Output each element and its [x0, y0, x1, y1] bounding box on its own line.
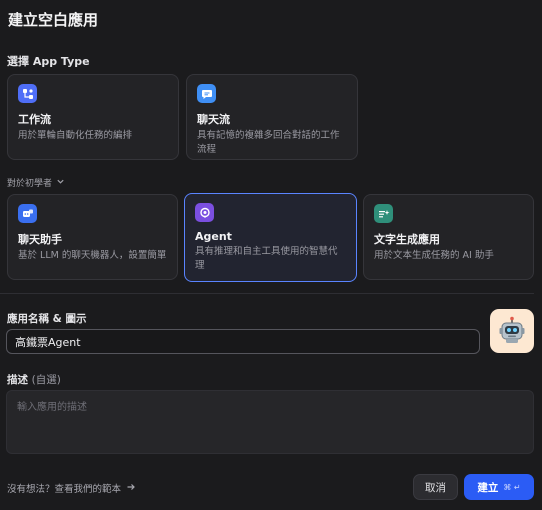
create-button-label: 建立: [477, 481, 499, 494]
card-desc: 用於單輪自動化任務的編排: [18, 130, 133, 141]
robot-icon: [499, 316, 525, 343]
description-input[interactable]: [6, 390, 534, 454]
card-title: 文字生成應用: [374, 233, 440, 246]
create-button[interactable]: 建立 ⌘ ↵: [464, 474, 534, 500]
optional-tag: (自選): [31, 374, 61, 386]
card-desc: 具有記憶的複雜多回合對話的工作流程: [197, 130, 340, 155]
template-link[interactable]: 沒有想法？查看我們的範本: [7, 481, 136, 495]
card-title: 工作流: [18, 113, 51, 126]
app-icon-picker[interactable]: [490, 309, 534, 353]
cancel-button[interactable]: 取消: [413, 474, 458, 500]
chatbot-icon: [18, 204, 37, 223]
chatflow-icon: [197, 84, 216, 103]
description-label: 描述 (自選): [7, 372, 61, 387]
card-desc: 用於文本生成任務的 AI 助手: [374, 250, 494, 261]
card-title: Agent: [195, 230, 232, 243]
card-title: 聊天助手: [18, 233, 62, 246]
agent-icon: [195, 203, 214, 222]
beginner-toggle[interactable]: 對於初學者: [7, 176, 65, 189]
chevron-down-icon: [56, 177, 65, 189]
text-generation-icon: [374, 204, 393, 223]
card-agent[interactable]: Agent 具有推理和自主工具使用的智慧代理: [184, 193, 357, 282]
description-label-text: 描述: [7, 374, 28, 386]
beginner-toggle-label: 對於初學者: [7, 179, 53, 189]
card-desc: 基於 LLM 的聊天機器人，設置簡單: [18, 250, 167, 261]
arrow-right-icon: [126, 482, 136, 495]
card-chatflow[interactable]: 聊天流 具有記憶的複雜多回合對話的工作流程: [186, 74, 358, 160]
dialog-title: 建立空白應用: [8, 11, 99, 29]
app-name-input[interactable]: [6, 329, 480, 354]
card-title: 聊天流: [197, 113, 230, 126]
card-text-generation[interactable]: 文字生成應用 用於文本生成任務的 AI 助手: [363, 194, 534, 280]
app-name-label: 應用名稱 & 圖示: [7, 313, 87, 325]
workflow-icon: [18, 84, 37, 103]
template-link-label: 沒有想法？查看我們的範本: [7, 484, 122, 495]
divider: [0, 293, 534, 294]
card-desc: 具有推理和自主工具使用的智慧代理: [195, 246, 338, 271]
app-type-label: 選擇 App Type: [7, 55, 90, 68]
create-shortcut: ⌘ ↵: [503, 482, 521, 492]
card-chatbot[interactable]: 聊天助手 基於 LLM 的聊天機器人，設置簡單: [7, 194, 178, 280]
card-workflow[interactable]: 工作流 用於單輪自動化任務的編排: [7, 74, 179, 160]
